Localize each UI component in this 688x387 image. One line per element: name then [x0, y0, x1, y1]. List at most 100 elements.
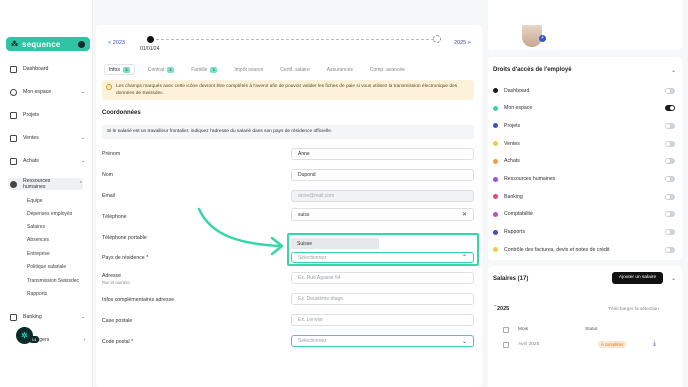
- brand-name: sequence: [22, 39, 61, 49]
- access-toggle[interactable]: [665, 229, 675, 236]
- chevron-down-icon[interactable]: ⌄: [671, 275, 676, 282]
- tab-infos[interactable]: Infos 3: [104, 64, 135, 75]
- sidebar: ⁂ sequence Dashboard Mon espace ⌄ Projet…: [0, 0, 93, 387]
- download-icon[interactable]: ⤓: [653, 340, 656, 348]
- brand-logo[interactable]: ⁂ sequence: [6, 37, 90, 51]
- access-toggle[interactable]: [665, 122, 675, 129]
- sidebar-subitem-depenses[interactable]: Dépenses employés: [27, 211, 72, 217]
- download-selection-link[interactable]: Télécharger la sélection: [608, 307, 659, 312]
- chevron-down-icon: ⌄: [80, 158, 85, 164]
- sidebar-item-mon-espace[interactable]: Mon espace ⌄: [10, 86, 85, 98]
- prenom-field[interactable]: Anne: [291, 148, 474, 160]
- telephone-label: Téléphone: [102, 214, 127, 220]
- sidebar-subitem-rapports[interactable]: Rapports: [27, 291, 47, 297]
- access-right-label: Rapports: [504, 229, 526, 236]
- year-group[interactable]: 2025: [497, 306, 509, 312]
- pays-label: Pays de résidence *: [102, 255, 149, 261]
- sidebar-item-label: Mon espace: [23, 89, 52, 95]
- select-placeholder: Sélectionnez: [298, 338, 327, 344]
- sidebar-item-label: Ventes: [23, 135, 39, 141]
- bank-icon: [10, 313, 17, 321]
- tab-badge: 1: [167, 66, 175, 73]
- access-toggle[interactable]: [665, 158, 675, 165]
- row-month: Avril 2025: [518, 342, 540, 347]
- tab-famille[interactable]: Famille 1: [187, 64, 221, 75]
- right-panel: + Droits d'accès de l'employé ⌄ Dashboar…: [488, 0, 688, 387]
- tab-assurances[interactable]: Assurances: [323, 64, 357, 75]
- chevron-right-icon: ›: [83, 337, 85, 343]
- sidebar-subitem-entreprise[interactable]: Entreprise: [27, 251, 50, 257]
- tutorial-arrow-icon: [197, 207, 284, 256]
- sidebar-item-banking[interactable]: Banking ⌄: [10, 311, 85, 323]
- nom-field[interactable]: Dupond: [291, 169, 474, 181]
- edit-avatar-icon[interactable]: +: [539, 35, 546, 42]
- access-right-row: Ressources humaines: [493, 175, 675, 184]
- next-year-link[interactable]: 2025 >: [454, 40, 471, 46]
- access-right-row: Rapports: [493, 228, 675, 237]
- access-toggle[interactable]: [665, 193, 675, 200]
- timeline-track: [156, 39, 434, 40]
- sidebar-subitem-swissdec[interactable]: Transmission Swissdec: [27, 278, 79, 284]
- tab-certif-salaire[interactable]: Certif. salaire: [276, 64, 313, 75]
- timeline-current-dot[interactable]: [147, 36, 154, 43]
- dropdown-option-suisse[interactable]: Suisse: [291, 238, 379, 249]
- adresse-field[interactable]: Ex. Rue Agasse 54: [291, 272, 474, 284]
- add-salary-button[interactable]: Ajouter un salaire: [612, 272, 663, 284]
- infos-complementaires-field[interactable]: Ex. Deuxième étage: [291, 293, 474, 305]
- sidebar-subitem-equipe[interactable]: Equipe: [27, 198, 43, 204]
- card-title: Droits d'accès de l'employé: [493, 67, 572, 73]
- access-toggle[interactable]: [665, 87, 675, 94]
- country-search-input[interactable]: suiss ✕: [291, 208, 474, 221]
- chevron-down-icon: ⌄: [80, 135, 85, 141]
- access-toggle[interactable]: [665, 140, 675, 147]
- chevron-up-icon: ⌃: [78, 181, 83, 187]
- sidebar-subitem-absences[interactable]: Absences: [27, 237, 49, 243]
- clear-icon[interactable]: ✕: [462, 211, 467, 218]
- select-all-checkbox[interactable]: [503, 327, 509, 333]
- adresse-sublabel: Rue et numéro: [102, 280, 130, 285]
- chevron-down-icon: ⌄: [80, 314, 85, 320]
- sidebar-item-ventes[interactable]: Ventes ⌄: [10, 132, 85, 144]
- sidebar-item-label: Ressources humaines: [23, 178, 51, 190]
- access-toggle[interactable]: [665, 105, 675, 112]
- column-status: Statut: [585, 327, 598, 332]
- chevron-down-icon[interactable]: ⌄: [671, 67, 676, 74]
- tab-contrat[interactable]: Contrat 1: [144, 64, 178, 75]
- tab-impot-source[interactable]: Impôt source: [230, 64, 267, 75]
- previous-year-link[interactable]: < 2023: [108, 40, 125, 46]
- tab-comp-avancee[interactable]: Comp. avancée: [366, 64, 409, 75]
- access-right-row: Projets: [493, 121, 675, 130]
- logo-icon: ⁂: [11, 41, 18, 48]
- access-toggle[interactable]: [665, 211, 675, 218]
- sidebar-item-ressources-humaines[interactable]: Ressources humaines ⌃: [8, 178, 83, 190]
- pays-residence-select[interactable]: Sélectionnez ⌃: [291, 252, 474, 263]
- notification-count-badge: 14: [29, 336, 39, 343]
- code-postal-select[interactable]: Sélectionnez ⌄: [291, 335, 474, 347]
- case-postale-label: Case postale: [102, 318, 133, 324]
- email-field[interactable]: anne@mail.com: [291, 190, 474, 202]
- search-value: suiss: [298, 211, 310, 218]
- home-icon: [10, 65, 17, 73]
- row-checkbox[interactable]: [503, 342, 509, 348]
- case-postale-field[interactable]: Ex. Lenvior: [291, 314, 474, 326]
- chevron-down-icon: ⌄: [461, 338, 467, 345]
- access-right-label: Achats: [504, 158, 520, 165]
- email-label: Email: [102, 193, 115, 199]
- access-right-label: Mon espace: [504, 105, 533, 112]
- sidebar-item-projets[interactable]: Projets: [10, 109, 85, 121]
- select-placeholder: Sélectionnez: [298, 254, 327, 261]
- sidebar-subitem-politique[interactable]: Politique salariale: [27, 264, 66, 270]
- sidebar-item-dashboard[interactable]: Dashboard: [10, 63, 85, 75]
- people-icon: [10, 180, 17, 188]
- sidebar-subitem-salaires[interactable]: Salaires: [27, 224, 45, 230]
- chevron-down-icon: ⌄: [80, 89, 85, 95]
- sidebar-item-achats[interactable]: Achats ⌄: [10, 155, 85, 167]
- employee-form-panel: < 2023 2025 > 01/01/24 Infos 3 Contrat 1 F…: [96, 25, 482, 387]
- access-right-row: Contrôle des factures, devis et notes de…: [493, 245, 675, 254]
- access-right-label: Ventes: [504, 140, 520, 147]
- access-toggle[interactable]: [665, 176, 675, 182]
- timeline-end-dot[interactable]: [433, 35, 441, 43]
- sidebar-item-label: Achats: [23, 158, 39, 164]
- receipt-icon: [10, 134, 17, 142]
- access-toggle[interactable]: [665, 246, 675, 253]
